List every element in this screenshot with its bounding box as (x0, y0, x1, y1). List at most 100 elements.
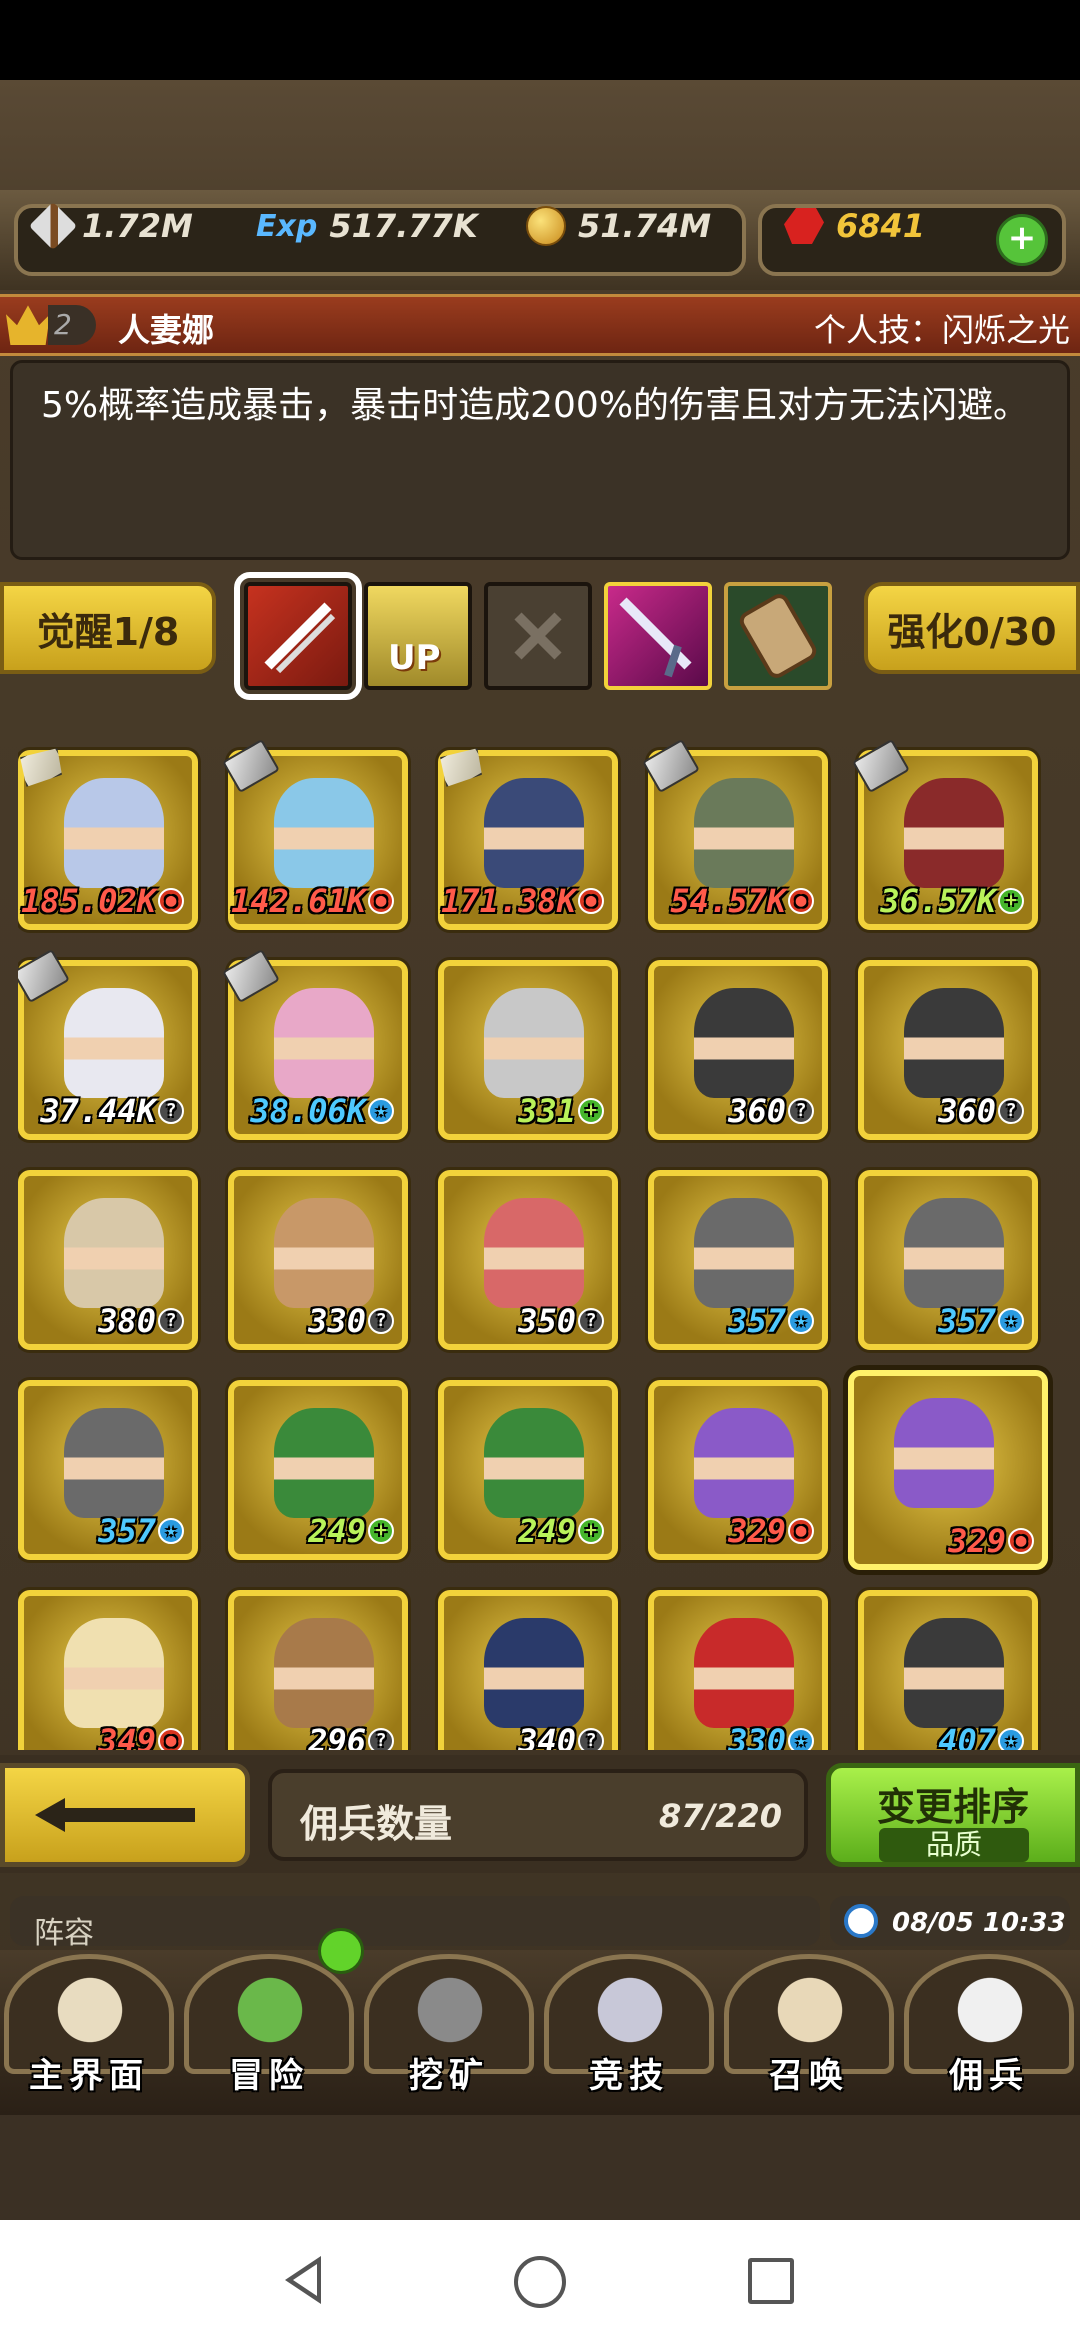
sort-button[interactable]: 变更排序 品质 (826, 1763, 1080, 1867)
hero-card[interactable]: 330? (228, 1170, 408, 1350)
summon-scroll-icon (760, 1960, 860, 2060)
element-type-icon: ● (368, 888, 394, 914)
hero-power-value: 357 (938, 1302, 996, 1340)
nav-item[interactable]: 主界面 (0, 1950, 178, 2115)
hero-power-value: 296 (308, 1722, 366, 1750)
skill-slot-scroll[interactable] (724, 582, 832, 690)
hero-card[interactable]: 249 + (228, 1380, 408, 1560)
hero-card[interactable]: 329 ● (848, 1370, 1048, 1570)
hero-power: 350? (518, 1302, 604, 1340)
lineup-button[interactable]: 阵容 (10, 1896, 820, 1951)
hero-power-value: 54.57K (670, 882, 786, 920)
tent-icon (940, 1960, 1040, 2060)
hero-card[interactable]: 357 ★ (858, 1170, 1038, 1350)
hero-card[interactable]: 407 ★ (858, 1590, 1038, 1750)
hero-sprite (64, 1408, 164, 1518)
bottom-strip (0, 2115, 1080, 2220)
awaken-button[interactable]: 觉醒1/8 (0, 582, 216, 674)
hero-sprite (694, 1618, 794, 1728)
recents-icon[interactable] (748, 2258, 794, 2304)
hero-card[interactable]: 37.44K? (18, 948, 198, 1140)
hero-sprite (484, 1618, 584, 1728)
crown-icon (6, 305, 50, 345)
gold-value: 51.74M (578, 207, 712, 245)
skill-slot-up[interactable]: UP (364, 582, 472, 690)
element-type-icon: ? (368, 1308, 394, 1334)
nav-item[interactable]: 佣兵 (900, 1950, 1078, 2115)
enhance-button[interactable]: 强化0/30 (864, 582, 1080, 674)
hero-sprite (64, 1618, 164, 1728)
hero-power-value: 331 (518, 1092, 576, 1130)
hero-power-value: 36.57K (880, 882, 996, 920)
hero-power: 357 ★ (938, 1302, 1024, 1340)
back-button[interactable] (0, 1763, 250, 1867)
home-icon[interactable] (514, 2256, 566, 2308)
nav-item[interactable]: 竞技 (540, 1950, 718, 2115)
element-type-icon: ? (998, 1098, 1024, 1124)
hero-card[interactable]: 331 + (438, 960, 618, 1140)
hero-card[interactable]: 36.57K + (852, 740, 1038, 930)
hero-card[interactable]: 249 + (438, 1380, 618, 1560)
nav-item[interactable]: 挖矿 (360, 1950, 538, 2115)
status-bar (0, 0, 1080, 80)
gold-resource: 51.74M (526, 206, 712, 246)
time-display: 08/05 10:33 (830, 1896, 1070, 1946)
hero-power: 407 ★ (938, 1722, 1024, 1750)
exp-value: 517.77K (329, 207, 478, 245)
hero-power: 349 ● (98, 1722, 184, 1750)
element-type-icon: ● (788, 888, 814, 914)
personal-skill: 个人技：闪烁之光 (813, 311, 1070, 349)
map-scroll-icon (40, 1960, 140, 2060)
hero-sprite (274, 988, 374, 1098)
hero-card[interactable]: 380? (18, 1170, 198, 1350)
hero-sprite (64, 988, 164, 1098)
hero-card[interactable]: 185.02K ● (18, 750, 198, 930)
hero-power-value: 171.38K (441, 882, 576, 920)
hero-card[interactable]: 330 ★ (648, 1590, 828, 1750)
skill-slot-sword[interactable] (604, 582, 712, 690)
hero-sprite (64, 778, 164, 888)
pickaxe-icon (400, 1960, 500, 2060)
element-type-icon: ★ (158, 1518, 184, 1544)
hero-power: 360? (728, 1092, 814, 1130)
bottom-nav: 主界面 冒险 挖矿 竞技 召唤 佣兵 (0, 1928, 1080, 2115)
add-gems-button[interactable]: + (996, 214, 1048, 266)
hero-power: 249 + (518, 1512, 604, 1550)
hero-card[interactable]: 350? (438, 1170, 618, 1350)
gem-resource: 6841 (784, 207, 925, 245)
hero-card[interactable]: 357 ★ (18, 1380, 198, 1560)
hero-card[interactable]: 357 ★ (648, 1170, 828, 1350)
crossed-swords-icon (580, 1960, 680, 2060)
hero-sprite (274, 1618, 374, 1728)
nav-label: 召唤 (769, 2056, 849, 2096)
skill-slot-empty[interactable] (484, 582, 592, 690)
hero-power-value: 37.44K (40, 1092, 156, 1130)
element-type-icon: ● (578, 888, 604, 914)
nav-item[interactable]: 召唤 (720, 1950, 898, 2115)
attack-resource: 1.72M (28, 201, 193, 251)
element-type-icon: ● (158, 888, 184, 914)
hero-card[interactable]: 329 ● (648, 1380, 828, 1560)
nav-label: 竞技 (589, 2056, 669, 2096)
hero-card[interactable]: 142.61K ● (222, 740, 408, 930)
control-row: 佣兵数量 87/220 变更排序 品质 (0, 1755, 1080, 1873)
sort-label: 变更排序 (876, 1785, 1029, 1829)
hero-power-value: 349 (98, 1722, 156, 1750)
hero-sprite (484, 1198, 584, 1308)
hero-card[interactable]: 54.57K ● (642, 740, 828, 930)
exp-resource: Exp 517.77K (256, 207, 478, 245)
hero-power-value: 360 (728, 1092, 786, 1130)
hero-card[interactable]: 38.06K ★ (222, 948, 408, 1140)
nav-item[interactable]: 冒险 (180, 1950, 358, 2115)
skill-slot-slash[interactable] (234, 572, 362, 700)
hero-card[interactable]: 360? (858, 960, 1038, 1140)
stone-icon (18, 740, 70, 793)
hero-card[interactable]: 349 ● (18, 1590, 198, 1750)
hero-sprite (484, 778, 584, 888)
hero-card[interactable]: 340? (438, 1590, 618, 1750)
hero-card[interactable]: 296? (228, 1590, 408, 1750)
hero-power: 329 ● (728, 1512, 814, 1550)
notification-dot (318, 1928, 364, 1974)
hero-card[interactable]: 360? (648, 960, 828, 1140)
hero-card[interactable]: 171.38K ● (438, 750, 618, 930)
